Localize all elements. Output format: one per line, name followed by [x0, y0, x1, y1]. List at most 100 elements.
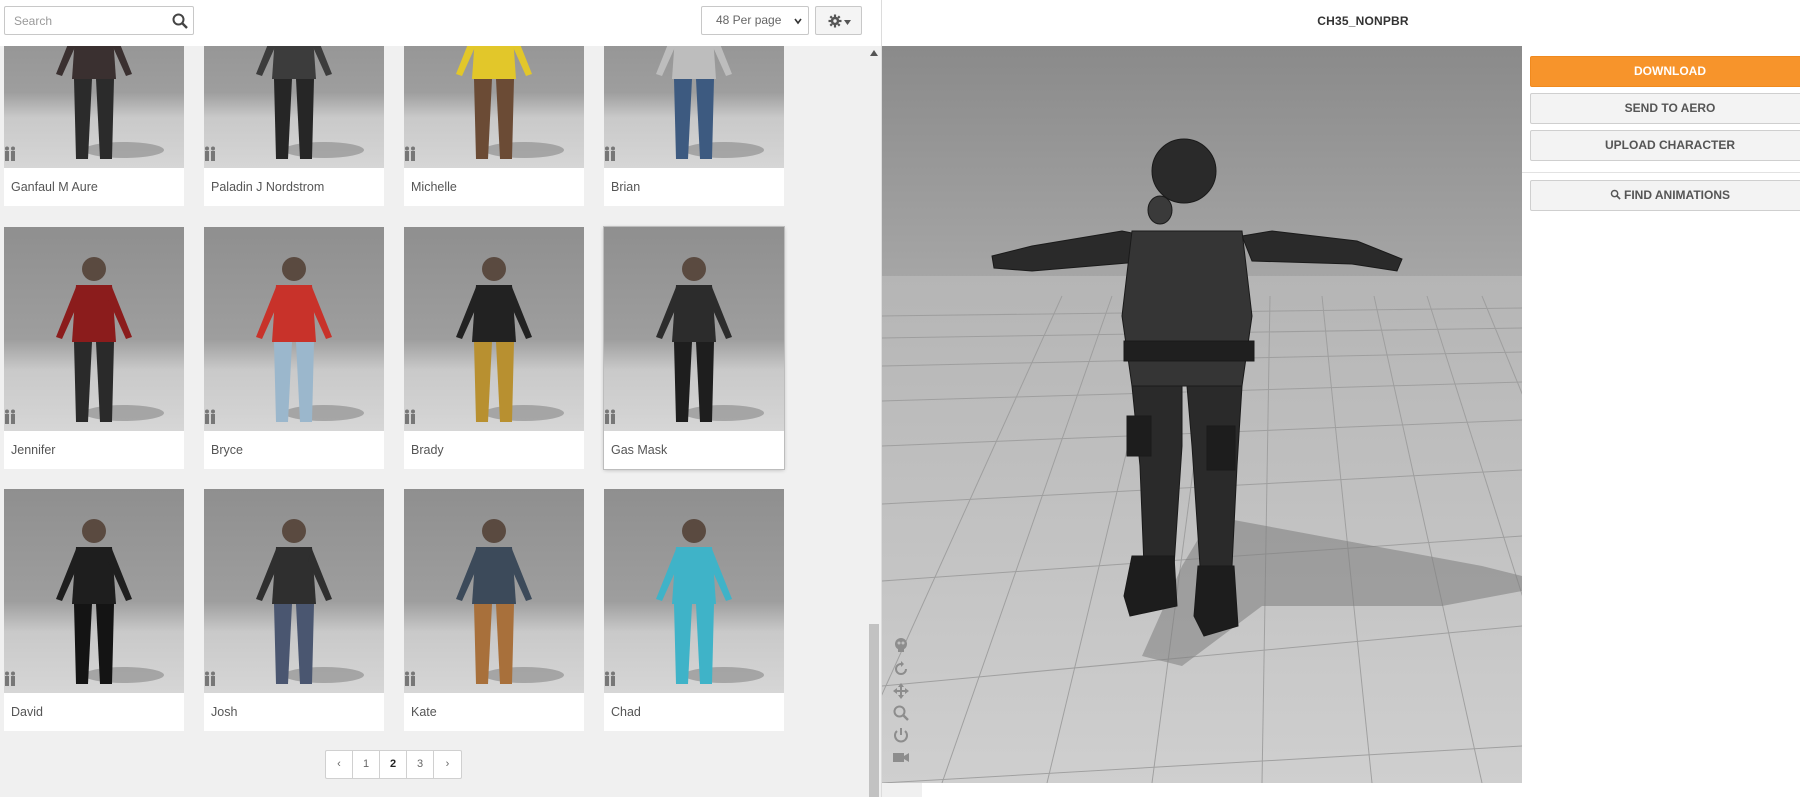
character-thumbnail: [404, 46, 584, 168]
per-page-label: 48 Per page: [716, 13, 782, 27]
character-figure: [56, 257, 164, 422]
character-thumbnail: [404, 489, 584, 693]
character-name: Jennifer: [11, 443, 56, 457]
character-thumbnail: [204, 227, 384, 431]
character-name: David: [11, 705, 43, 719]
character-figure: [456, 257, 564, 422]
people-icon: [5, 671, 15, 686]
people-icon: [605, 146, 615, 161]
character-figure: [256, 257, 364, 422]
character-thumbnail: [4, 46, 184, 168]
skeleton-icon[interactable]: [892, 636, 910, 654]
gear-icon: [828, 14, 842, 28]
character-thumbnail: [404, 227, 584, 431]
viewer-header: CH35_NONPBR: [882, 0, 1800, 46]
character-name: Bryce: [211, 443, 243, 457]
character-name: Brian: [611, 180, 641, 194]
page-1-button[interactable]: 1: [353, 751, 380, 778]
character-name: Ganfaul M Aure: [11, 180, 98, 194]
people-icon: [205, 146, 215, 161]
character-figure: [656, 519, 764, 684]
character-figure: [56, 46, 164, 159]
rotate-icon[interactable]: [892, 660, 910, 678]
character-figure: [256, 46, 364, 159]
page-2-button[interactable]: 2: [380, 751, 407, 778]
character-card[interactable]: Josh: [204, 489, 384, 731]
scroll-up-arrow-icon[interactable]: [870, 50, 878, 56]
power-icon[interactable]: [892, 726, 910, 744]
zoom-icon[interactable]: [892, 704, 910, 722]
download-button[interactable]: DOWNLOAD: [1530, 56, 1800, 87]
action-divider: [1522, 172, 1800, 173]
page-next-button[interactable]: ›: [434, 751, 461, 778]
character-card[interactable]: Gas Mask: [604, 227, 784, 469]
find-animations-label: FIND ANIMATIONS: [1624, 188, 1730, 202]
character-name: Josh: [211, 705, 238, 719]
character-name: Gas Mask: [611, 443, 668, 457]
viewport-footer: [882, 783, 1522, 797]
character-figure: [656, 257, 764, 422]
upload-character-button[interactable]: UPLOAD CHARACTER: [1530, 130, 1800, 161]
settings-dropdown-button[interactable]: [815, 6, 862, 35]
caret-down-icon: [844, 20, 851, 25]
character-card[interactable]: Bryce: [204, 227, 384, 469]
search-field[interactable]: [4, 6, 194, 35]
send-to-aero-button[interactable]: SEND TO AERO: [1530, 93, 1800, 124]
character-thumbnail: [4, 227, 184, 431]
character-card[interactable]: Brady: [404, 227, 584, 469]
character-card[interactable]: Jennifer: [4, 227, 184, 469]
character-card[interactable]: Chad: [604, 489, 784, 731]
character-thumbnail: [4, 489, 184, 693]
people-icon: [605, 671, 615, 686]
people-icon: [5, 409, 15, 424]
character-thumbnail: [204, 46, 384, 168]
viewport-toolbar: [892, 636, 910, 771]
per-page-select[interactable]: 48 Per page: [701, 6, 809, 35]
grid-scrollbar[interactable]: [866, 46, 882, 797]
character-thumbnail: [204, 489, 384, 693]
character-figure: [656, 46, 764, 159]
character-figure: [56, 519, 164, 684]
page-prev-button[interactable]: ‹: [326, 751, 353, 778]
character-name: Michelle: [411, 180, 457, 194]
character-name: Chad: [611, 705, 641, 719]
character-card[interactable]: Kate: [404, 489, 584, 731]
character-card[interactable]: Brian: [604, 46, 784, 206]
character-grid: Ganfaul M Aure Paladin J Nordstrom Michell…: [0, 46, 866, 797]
character-thumbnail: [604, 46, 784, 168]
footer-segment: [882, 783, 922, 797]
character-card[interactable]: Michelle: [404, 46, 584, 206]
pagination: ‹ 1 2 3 ›: [325, 750, 462, 779]
character-figure: [456, 46, 564, 159]
character-thumbnail: [604, 489, 784, 693]
browser-toolbar: 48 Per page: [0, 0, 882, 46]
character-name: Paladin J Nordstrom: [211, 180, 325, 194]
character-browser: 48 Per page Ganfaul M Aure Paladin J Nord…: [0, 0, 882, 797]
people-icon: [5, 146, 15, 161]
people-icon: [405, 146, 415, 161]
character-figure: [456, 519, 564, 684]
find-animations-button[interactable]: FIND ANIMATIONS: [1530, 180, 1800, 211]
character-thumbnail: [604, 227, 784, 431]
character-card[interactable]: Paladin J Nordstrom: [204, 46, 384, 206]
character-title: CH35_NONPBR: [1317, 14, 1409, 28]
character-card[interactable]: Ganfaul M Aure: [4, 46, 184, 206]
pan-icon[interactable]: [892, 682, 910, 700]
search-input[interactable]: [5, 7, 165, 34]
chevron-down-icon: [794, 18, 802, 25]
character-name: Kate: [411, 705, 437, 719]
character-figure: [256, 519, 364, 684]
camera-icon[interactable]: [892, 748, 910, 766]
search-icon: [1610, 189, 1621, 200]
people-icon: [605, 409, 615, 424]
3d-viewport[interactable]: [882, 46, 1522, 783]
search-icon[interactable]: [171, 12, 189, 30]
character-name: Brady: [411, 443, 444, 457]
people-icon: [205, 671, 215, 686]
people-icon: [405, 409, 415, 424]
action-panel: DOWNLOAD SEND TO AERO UPLOAD CHARACTER F…: [1522, 46, 1800, 797]
viewport-scene: [882, 46, 1522, 783]
page-3-button[interactable]: 3: [407, 751, 434, 778]
scrollbar-thumb[interactable]: [869, 624, 879, 797]
character-card[interactable]: David: [4, 489, 184, 731]
